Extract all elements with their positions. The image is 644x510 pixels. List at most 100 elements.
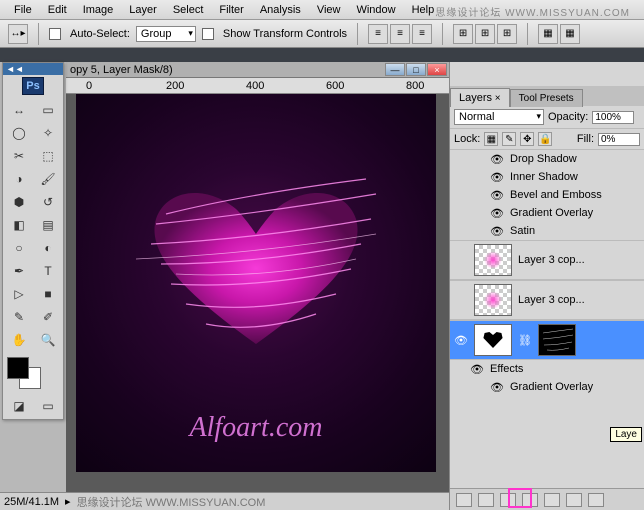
gradient-tool[interactable]: ▤ bbox=[34, 214, 62, 236]
distribute-icon[interactable]: ⊞ bbox=[475, 24, 495, 44]
path-tool[interactable]: ▷ bbox=[5, 283, 33, 305]
menu-select[interactable]: Select bbox=[165, 2, 212, 18]
slice-tool[interactable]: ⬚ bbox=[34, 145, 62, 167]
lock-paint-icon[interactable]: ✎ bbox=[502, 132, 516, 146]
visibility-icon[interactable]: 👁 bbox=[454, 333, 468, 347]
visibility-icon[interactable]: 👁 bbox=[490, 380, 504, 394]
move-tool-icon[interactable]: ↔▸ bbox=[8, 24, 28, 44]
menu-analysis[interactable]: Analysis bbox=[252, 2, 309, 18]
effect-row[interactable]: 👁Satin bbox=[450, 222, 644, 240]
align-icon[interactable]: ≡ bbox=[412, 24, 432, 44]
lock-move-icon[interactable]: ✥ bbox=[520, 132, 534, 146]
lock-all-icon[interactable]: 🔒 bbox=[538, 132, 552, 146]
canvas[interactable]: Alfoart.com bbox=[76, 94, 436, 472]
visibility-icon[interactable]: 👁 bbox=[490, 188, 504, 202]
type-tool[interactable]: T bbox=[34, 260, 62, 282]
ruler-tick: 800 bbox=[406, 80, 424, 92]
auto-select-dropdown[interactable]: Group bbox=[136, 26, 196, 42]
visibility-icon[interactable]: 👁 bbox=[470, 362, 484, 376]
arrange-icon[interactable]: ▦ bbox=[560, 24, 580, 44]
show-transform-checkbox[interactable] bbox=[202, 28, 214, 40]
visibility-icon[interactable] bbox=[454, 253, 468, 267]
maximize-button[interactable]: □ bbox=[406, 63, 426, 76]
history-brush-tool[interactable]: ↺ bbox=[34, 191, 62, 213]
screenmode-toggle[interactable]: ▭ bbox=[34, 395, 62, 417]
dodge-tool[interactable]: ◐ bbox=[34, 237, 62, 259]
layer-thumb[interactable] bbox=[474, 244, 512, 276]
align-icon[interactable]: ≡ bbox=[390, 24, 410, 44]
toolbox-header[interactable]: ◄◄ bbox=[3, 63, 63, 75]
align-icon[interactable]: ≡ bbox=[368, 24, 388, 44]
link-layers-icon[interactable] bbox=[456, 493, 472, 507]
layer-thumb[interactable] bbox=[474, 324, 512, 356]
stamp-tool[interactable]: ⬢ bbox=[5, 191, 33, 213]
foreground-color[interactable] bbox=[7, 357, 29, 379]
delete-icon[interactable] bbox=[588, 493, 604, 507]
arrange-icon[interactable]: ▦ bbox=[538, 24, 558, 44]
menu-filter[interactable]: Filter bbox=[211, 2, 251, 18]
lock-trans-icon[interactable]: ▦ bbox=[484, 132, 498, 146]
menu-view[interactable]: View bbox=[309, 2, 349, 18]
menu-edit[interactable]: Edit bbox=[40, 2, 75, 18]
marquee-tool[interactable]: ▭ bbox=[34, 99, 62, 121]
link-icon[interactable]: ⛓ bbox=[518, 334, 532, 347]
visibility-icon[interactable]: 👁 bbox=[490, 170, 504, 184]
layer-thumb[interactable] bbox=[474, 284, 512, 316]
opacity-input[interactable] bbox=[592, 111, 634, 124]
fill-label: Fill: bbox=[577, 133, 594, 145]
distribute-icon[interactable]: ⊞ bbox=[497, 24, 517, 44]
auto-select-checkbox[interactable] bbox=[49, 28, 61, 40]
tab-layers[interactable]: Layers × bbox=[450, 88, 510, 107]
pen-tool[interactable]: ✒ bbox=[5, 260, 33, 282]
effect-row[interactable]: 👁Drop Shadow bbox=[450, 150, 644, 168]
eyedropper-tool[interactable]: ✐ bbox=[34, 306, 62, 328]
tab-tool-presets[interactable]: Tool Presets bbox=[510, 89, 583, 107]
distribute-icon[interactable]: ⊞ bbox=[453, 24, 473, 44]
shape-tool[interactable]: ■ bbox=[34, 283, 62, 305]
visibility-icon[interactable]: 👁 bbox=[490, 224, 504, 238]
layer-row[interactable]: Layer 3 cop... bbox=[450, 240, 644, 280]
effect-row[interactable]: 👁 Gradient Overlay bbox=[450, 378, 644, 396]
blend-mode-dropdown[interactable]: Normal bbox=[454, 109, 544, 125]
effect-row[interactable]: 👁Inner Shadow bbox=[450, 168, 644, 186]
crop-tool[interactable]: ✂ bbox=[5, 145, 33, 167]
ruler-horizontal: 0 200 400 600 800 bbox=[66, 78, 449, 94]
blur-tool[interactable]: ○ bbox=[5, 237, 33, 259]
menu-layer[interactable]: Layer bbox=[121, 2, 165, 18]
effect-row[interactable]: 👁Gradient Overlay bbox=[450, 204, 644, 222]
ruler-tick: 0 bbox=[86, 80, 92, 92]
color-swatches[interactable] bbox=[3, 353, 63, 393]
quickmask-toggle[interactable]: ◪ bbox=[5, 395, 33, 417]
menu-window[interactable]: Window bbox=[348, 2, 403, 18]
layers-panel: Layers × Tool Presets Normal Opacity: Lo… bbox=[449, 62, 644, 510]
effects-header[interactable]: 👁Effects bbox=[450, 360, 644, 378]
photoshop-logo-icon: Ps bbox=[22, 77, 44, 95]
notes-tool[interactable]: ✎ bbox=[5, 306, 33, 328]
highlight-box bbox=[508, 488, 532, 508]
effect-row[interactable]: 👁Bevel and Emboss bbox=[450, 186, 644, 204]
visibility-icon[interactable]: 👁 bbox=[490, 206, 504, 220]
menu-image[interactable]: Image bbox=[75, 2, 122, 18]
fill-input[interactable] bbox=[598, 133, 640, 146]
wand-tool[interactable]: ✧ bbox=[34, 122, 62, 144]
hand-tool[interactable]: ✋ bbox=[5, 329, 33, 351]
brush-tool[interactable]: 🖌 bbox=[34, 168, 62, 190]
group-icon[interactable] bbox=[544, 493, 560, 507]
zoom-tool[interactable]: 🔍 bbox=[34, 329, 62, 351]
new-layer-icon[interactable] bbox=[566, 493, 582, 507]
close-button[interactable]: × bbox=[427, 63, 447, 76]
layer-row-selected[interactable]: 👁 ⛓ bbox=[450, 320, 644, 360]
lasso-tool[interactable]: ◯ bbox=[5, 122, 33, 144]
menu-file[interactable]: File bbox=[6, 2, 40, 18]
visibility-icon[interactable] bbox=[454, 293, 468, 307]
layer-row[interactable]: Layer 3 cop... bbox=[450, 280, 644, 320]
effect-label: Gradient Overlay bbox=[510, 381, 593, 393]
visibility-icon[interactable]: 👁 bbox=[490, 152, 504, 166]
fx-icon[interactable] bbox=[478, 493, 494, 507]
minimize-button[interactable]: — bbox=[385, 63, 405, 76]
collapse-icon[interactable]: ◄◄ bbox=[6, 64, 24, 74]
move-tool[interactable]: ↔ bbox=[5, 99, 33, 121]
eraser-tool[interactable]: ◧ bbox=[5, 214, 33, 236]
layer-mask-thumb[interactable] bbox=[538, 324, 576, 356]
heal-tool[interactable]: ◑ bbox=[5, 168, 33, 190]
